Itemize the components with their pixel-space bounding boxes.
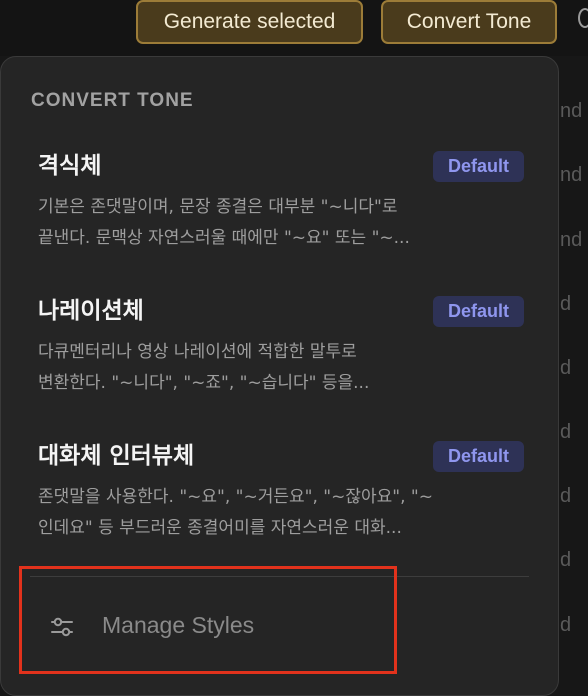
background-text-fragment: d xyxy=(560,549,572,571)
manage-styles-label: Manage Styles xyxy=(102,612,255,638)
generate-selected-button[interactable]: Generate selected xyxy=(136,0,363,44)
background-text-fragment: d xyxy=(560,421,572,443)
description-line: 끝낸다. 문맥상 자연스러울 때에만 "~요" 또는 "~... xyxy=(38,228,410,248)
background-text-fragment: nd xyxy=(560,229,583,251)
default-badge: Default xyxy=(433,296,524,327)
sliders-icon xyxy=(51,617,73,637)
background-text-fragment: nd xyxy=(560,164,583,186)
menu-divider xyxy=(30,576,529,577)
background-text-fragment: d xyxy=(560,357,572,379)
tone-option-title: 대화체 인터뷰체 xyxy=(38,443,195,469)
background-text-fragment: d xyxy=(560,485,572,507)
convert-tone-button[interactable]: Convert Tone xyxy=(381,0,557,44)
description-line: 존댓말을 사용한다. "~요", "~거든요", "~잖아요", "~ xyxy=(38,487,433,507)
description-line: 인데요" 등 부드러운 종결어미를 자연스러운 대화... xyxy=(38,518,402,538)
manage-styles-button[interactable]: Manage Styles xyxy=(22,584,390,670)
tone-option-title: 나레이션체 xyxy=(38,298,144,324)
tone-option-description: 다큐멘터리나 영상 나레이션에 적합한 말투로 변환한다. "~니다", "~죠… xyxy=(38,337,516,399)
description-line: 다큐멘터리나 영상 나레이션에 적합한 말투로 xyxy=(38,342,357,362)
tone-option-title: 격식체 xyxy=(38,153,102,179)
background-text-fragment: nd xyxy=(560,100,583,122)
tone-option-narration[interactable]: 나레이션체 Default 다큐멘터리나 영상 나레이션에 적합한 말투로 변환… xyxy=(38,296,524,416)
default-badge: Default xyxy=(433,441,524,472)
top-toolbar: Generate selected Convert Tone xyxy=(0,0,588,56)
tone-option-formal[interactable]: 격식체 Default 기본은 존댓말이며, 문장 종결은 대부분 "~니다"로… xyxy=(38,151,524,271)
cropped-icon[interactable] xyxy=(578,8,588,28)
description-line: 변환한다. "~니다", "~죠", "~습니다" 등을... xyxy=(38,373,370,393)
tone-option-description: 존댓말을 사용한다. "~요", "~거든요", "~잖아요", "~ 인데요"… xyxy=(38,482,516,544)
tone-option-description: 기본은 존댓말이며, 문장 종결은 대부분 "~니다"로 끝낸다. 문맥상 자연… xyxy=(38,192,516,254)
dropdown-heading: CONVERT TONE xyxy=(31,90,194,111)
tone-option-conversational[interactable]: 대화체 인터뷰체 Default 존댓말을 사용한다. "~요", "~거든요"… xyxy=(38,441,524,561)
background-text-fragment: d xyxy=(560,614,572,636)
default-badge: Default xyxy=(433,151,524,182)
background-text-fragment: d xyxy=(560,293,572,315)
description-line: 기본은 존댓말이며, 문장 종결은 대부분 "~니다"로 xyxy=(38,197,398,217)
